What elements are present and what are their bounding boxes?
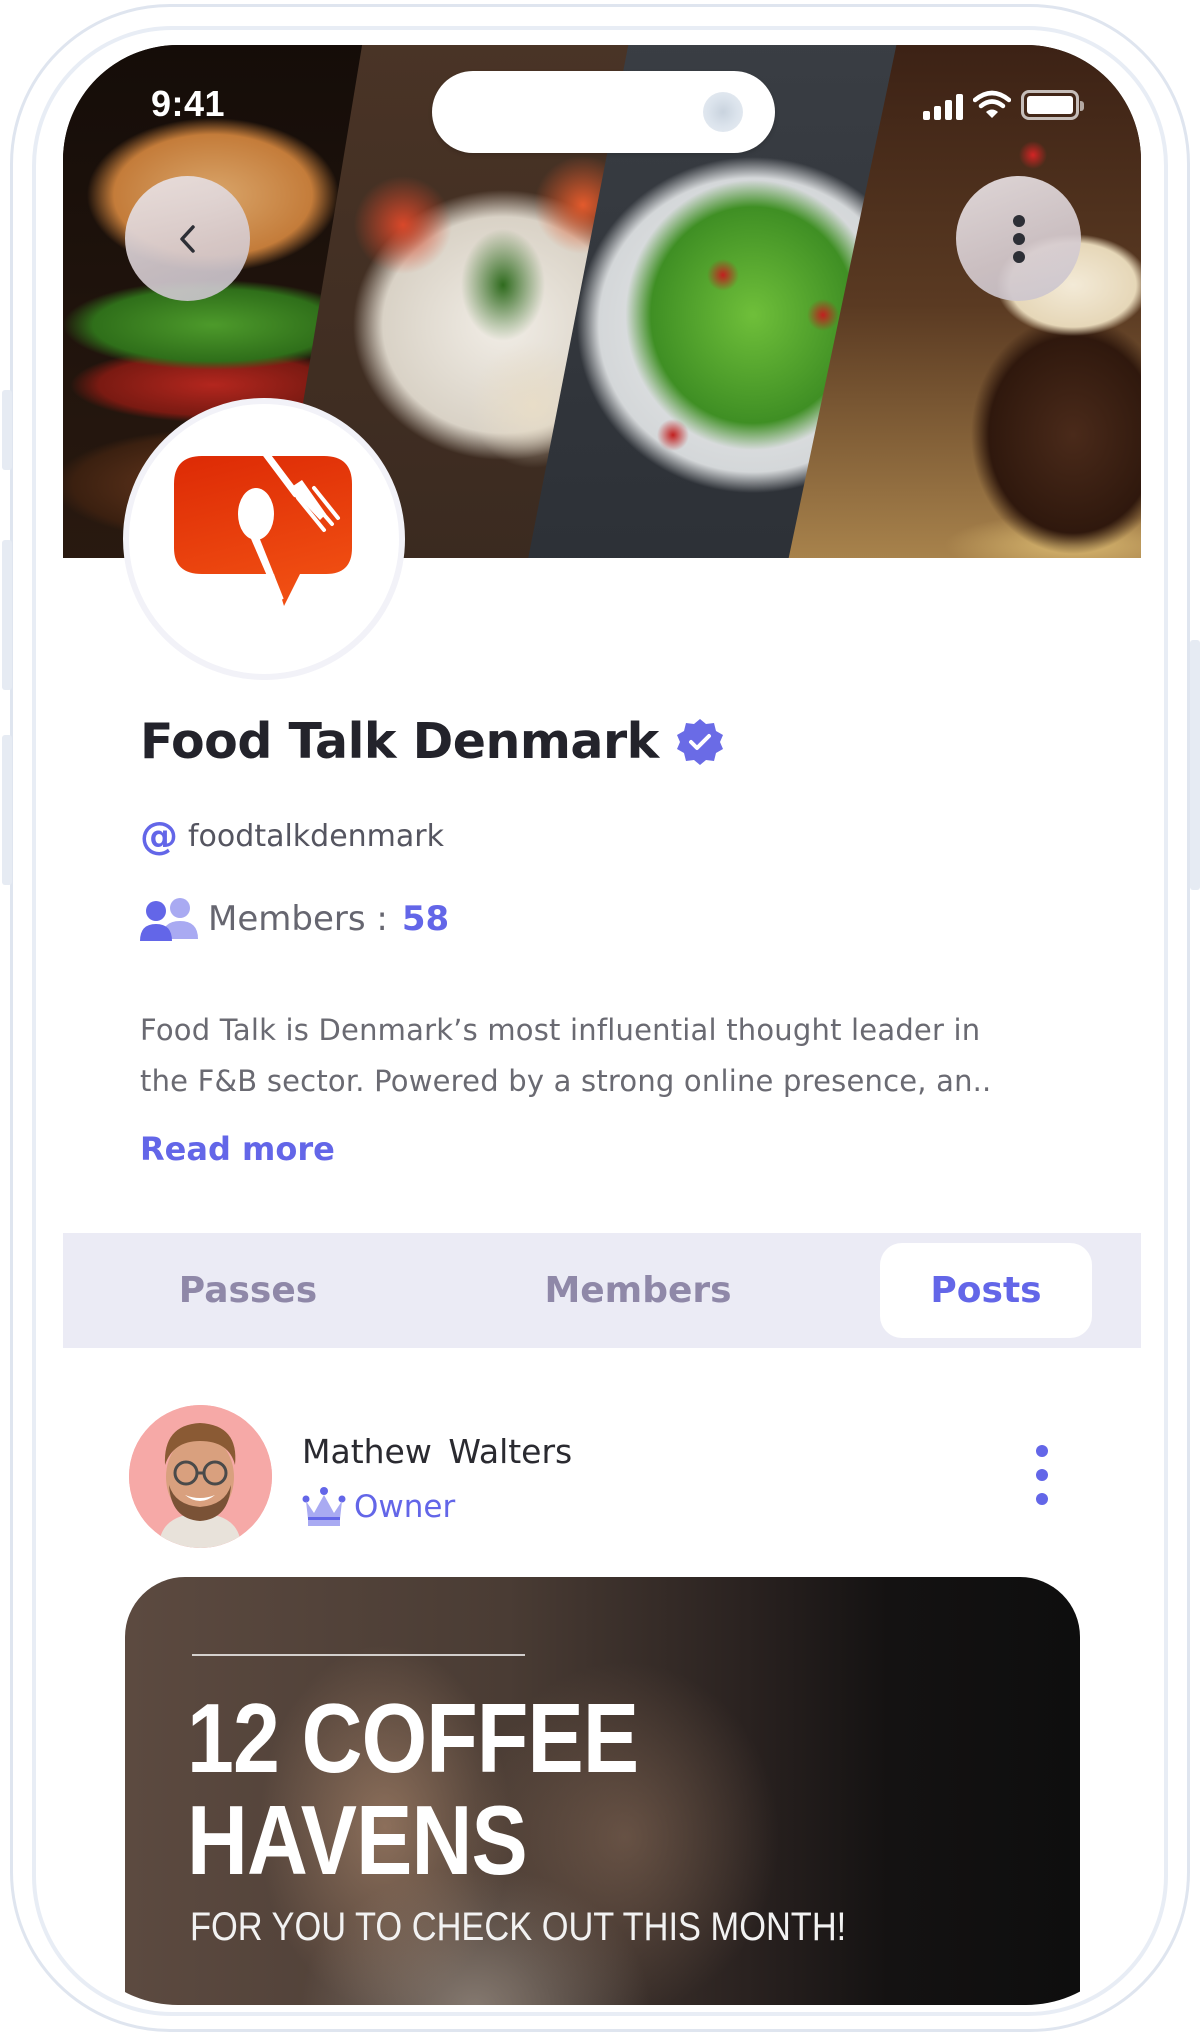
handle-row: @ foodtalkdenmark	[140, 817, 444, 855]
dynamic-island	[432, 71, 775, 153]
members-label: Members :	[208, 899, 388, 939]
author-role-row: Owner	[302, 1487, 455, 1527]
post-options-button[interactable]	[1025, 1445, 1059, 1505]
tab-members[interactable]: Members	[493, 1243, 783, 1338]
device-silent-switch	[2, 390, 12, 470]
device-volume-up	[2, 540, 12, 690]
back-button[interactable]	[125, 176, 250, 301]
author-avatar[interactable]	[129, 1405, 272, 1548]
device-volume-down	[2, 735, 12, 885]
device-power-button	[1190, 640, 1200, 890]
title-row: Food Talk Denmark	[140, 713, 725, 770]
post-header: Mathew Walters Owner	[63, 1405, 1141, 1555]
author-name[interactable]: Mathew Walters	[302, 1432, 572, 1471]
author-role: Owner	[354, 1489, 456, 1525]
post-image[interactable]: 12 COFFEE HAVENS FOR YOU TO CHECK OUT TH…	[125, 1577, 1080, 2005]
dot	[1036, 1445, 1048, 1457]
group-logo	[123, 398, 405, 680]
post-headline: 12 COFFEE HAVENS	[187, 1687, 789, 1891]
battery-icon	[1021, 90, 1084, 120]
group-name: Food Talk Denmark	[140, 713, 659, 770]
more-vertical-icon	[1012, 214, 1025, 263]
battery-level	[1027, 96, 1073, 114]
tab-posts[interactable]: Posts	[880, 1243, 1092, 1338]
description-line: the F&B sector. Powered by a strong onli…	[140, 1064, 992, 1098]
at-icon: @	[140, 814, 178, 858]
members-count[interactable]: 58	[402, 899, 449, 939]
signal-icon	[923, 94, 963, 120]
headline-line: HAVENS	[187, 1785, 528, 1895]
status-time: 9:41	[151, 83, 226, 124]
status-icons	[923, 90, 1084, 120]
phone-screen: 9:41 Food Talk Denmark @ foodtalkdenmark…	[63, 45, 1141, 2005]
tab-bar: Passes Members Posts	[63, 1233, 1141, 1348]
group-description: Food Talk is Denmark’s most influential …	[140, 1005, 1100, 1107]
dot	[1036, 1493, 1048, 1505]
more-options-button[interactable]	[956, 176, 1081, 301]
camera-icon	[703, 92, 743, 132]
headline-line: 12 COFFEE	[187, 1683, 639, 1793]
wifi-icon	[973, 90, 1011, 118]
crown-icon	[302, 1487, 346, 1526]
post-subheadline: FOR YOU TO CHECK OUT THIS MONTH!	[190, 1905, 847, 1949]
verified-badge-icon	[676, 718, 723, 765]
author-photo	[129, 1405, 272, 1548]
members-row: Members : 58	[140, 897, 449, 941]
members-icon	[140, 898, 198, 941]
description-line: Food Talk is Denmark’s most influential …	[140, 1013, 981, 1047]
post-divider	[192, 1654, 525, 1656]
chevron-left-icon	[179, 224, 195, 253]
read-more-link[interactable]: Read more	[140, 1130, 335, 1168]
food-talk-logo-icon	[174, 454, 352, 606]
group-handle: foodtalkdenmark	[188, 818, 444, 854]
dot	[1036, 1469, 1048, 1481]
tab-passes[interactable]: Passes	[133, 1243, 363, 1338]
